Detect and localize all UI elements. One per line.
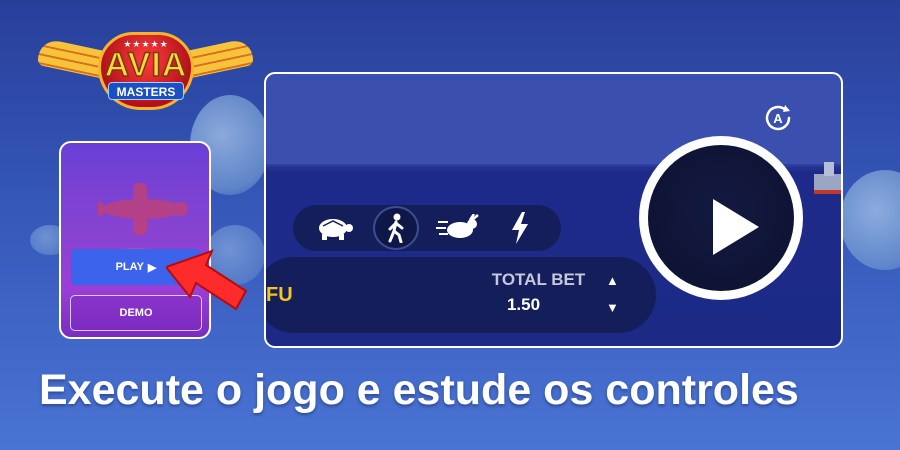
lightning-icon bbox=[512, 212, 528, 244]
plane-illustration bbox=[98, 183, 188, 235]
total-bet-value: 1.50 bbox=[506, 295, 541, 314]
play-button-label: PLAY bbox=[115, 261, 144, 273]
page-caption: Execute o jogo e estude os controles bbox=[39, 366, 799, 414]
running-rabbit-icon bbox=[436, 214, 479, 238]
speed-selector bbox=[293, 205, 561, 251]
total-bet-label: TOTAL BET bbox=[491, 270, 586, 289]
speed-turbo-button[interactable] bbox=[497, 206, 543, 250]
speed-slow-button[interactable] bbox=[311, 206, 357, 250]
avia-masters-logo: ★★★★★ AVIA MASTERS bbox=[38, 30, 253, 115]
big-play-button[interactable] bbox=[639, 136, 803, 300]
big-play-button-face bbox=[648, 145, 794, 291]
bet-panel bbox=[266, 257, 656, 333]
cloud-decoration bbox=[840, 170, 900, 270]
bet-increase-button[interactable]: ▲ bbox=[606, 273, 619, 288]
logo-subtitle: MASTERS bbox=[108, 82, 184, 100]
logo-title: AVIA bbox=[104, 45, 188, 85]
pointer-arrow-icon bbox=[166, 249, 248, 311]
speed-fast-button[interactable] bbox=[435, 206, 481, 250]
svg-text:A: A bbox=[773, 111, 783, 126]
aircraft-carrier-illustration bbox=[814, 162, 841, 194]
play-triangle-icon: ▶ bbox=[147, 261, 157, 274]
play-icon bbox=[713, 199, 759, 255]
game-controls-screenshot: A FU TOTAL BET 1.50 ▲ ▼ bbox=[264, 72, 843, 348]
speed-normal-button[interactable] bbox=[373, 206, 419, 250]
auto-play-icon[interactable]: A bbox=[761, 101, 795, 135]
bet-decrease-button[interactable]: ▼ bbox=[606, 300, 619, 315]
partial-label: FU bbox=[266, 284, 293, 306]
walking-person-icon bbox=[388, 213, 404, 243]
turtle-icon bbox=[319, 219, 353, 240]
demo-button-label: DEMO bbox=[119, 307, 153, 319]
